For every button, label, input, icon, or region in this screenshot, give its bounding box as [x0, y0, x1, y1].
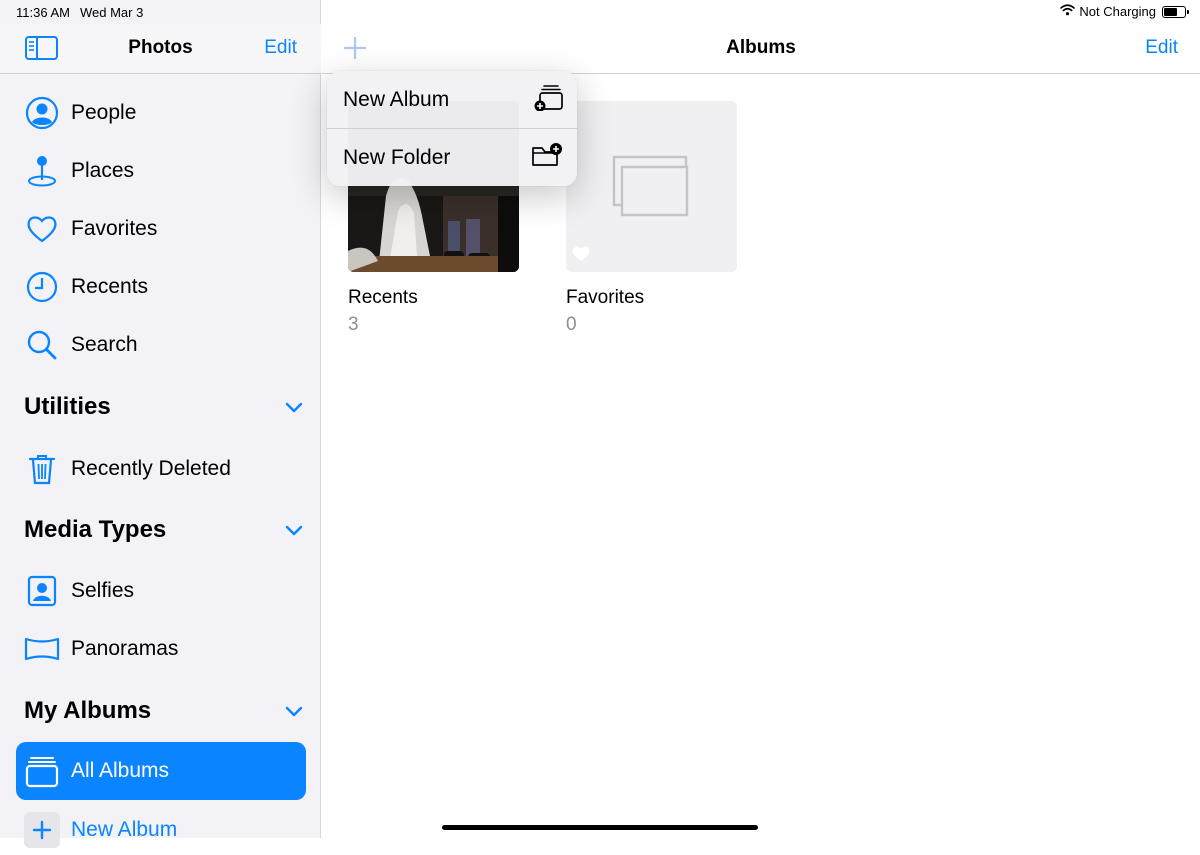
- sidebar-item-all-albums[interactable]: All Albums: [16, 742, 306, 800]
- sidebar-item-label: All Albums: [71, 759, 170, 782]
- album-name: Recents: [348, 287, 418, 308]
- selfie-icon: [24, 573, 60, 609]
- sidebar-edit-button[interactable]: Edit: [264, 37, 297, 59]
- menu-item-label: New Folder: [343, 145, 451, 169]
- menu-item-new-album[interactable]: New Album: [327, 71, 577, 128]
- section-my-albums[interactable]: My Albums: [24, 694, 304, 728]
- empty-album-icon: [572, 155, 689, 261]
- sidebar-item-favorites[interactable]: Favorites: [16, 204, 306, 254]
- battery-icon: [1162, 5, 1189, 18]
- main-header: Albums Edit: [322, 24, 1200, 74]
- sidebar-item-label: Panoramas: [71, 637, 179, 660]
- home-indicator: [442, 825, 758, 830]
- sidebar-item-label: Recently Deleted: [71, 457, 231, 480]
- add-menu-popover: New Album New Folder: [327, 71, 577, 186]
- search-icon: [24, 327, 60, 363]
- menu-item-new-folder[interactable]: New Folder: [327, 129, 577, 186]
- album-count: 3: [348, 314, 359, 335]
- sidebar: Photos Edit People Places Favorites Rece…: [0, 0, 321, 848]
- album-thumbnail-favorites[interactable]: [566, 101, 737, 272]
- menu-item-label: New Album: [343, 87, 450, 111]
- sidebar-item-label: New Album: [71, 818, 178, 841]
- status-time: 11:36 AM: [16, 5, 70, 20]
- chevron-down-icon[interactable]: [284, 523, 304, 537]
- chevron-down-icon[interactable]: [284, 704, 304, 718]
- map-pin-icon: [24, 153, 60, 189]
- wifi-icon: [1060, 4, 1076, 19]
- main-edit-button[interactable]: Edit: [1145, 37, 1178, 59]
- sidebar-item-label: Places: [71, 159, 135, 182]
- section-title: Media Types: [24, 516, 167, 543]
- status-date: Wed Mar 3: [80, 5, 144, 20]
- status-bar: 11:36 AM Wed Mar 3 Not Charging: [0, 0, 1200, 24]
- sidebar-item-places[interactable]: Places: [16, 146, 306, 196]
- trash-icon: [24, 451, 60, 487]
- chevron-down-icon[interactable]: [284, 400, 304, 414]
- sidebar-item-people[interactable]: People: [16, 88, 306, 138]
- sidebar-item-label: Favorites: [71, 217, 158, 240]
- albums-stack-icon: [24, 753, 60, 789]
- clock-icon: [24, 269, 60, 305]
- sidebar-item-label: Selfies: [71, 579, 135, 602]
- sidebar-item-search[interactable]: Search: [16, 320, 306, 370]
- page-title: Albums: [726, 37, 796, 58]
- status-right: Not Charging: [1060, 4, 1189, 19]
- section-title: My Albums: [24, 697, 152, 724]
- sidebar-item-label: Search: [71, 333, 138, 356]
- new-folder-icon: [531, 142, 563, 173]
- sidebar-item-panoramas[interactable]: Panoramas: [16, 624, 306, 674]
- sidebar-item-label: Recents: [71, 275, 149, 298]
- sidebar-item-recently-deleted[interactable]: Recently Deleted: [16, 444, 306, 494]
- section-utilities[interactable]: Utilities: [24, 390, 304, 424]
- person-circle-icon: [24, 95, 60, 131]
- panorama-icon: [24, 631, 60, 667]
- sidebar-item-selfies[interactable]: Selfies: [16, 566, 306, 616]
- charging-status: Not Charging: [1079, 4, 1156, 19]
- plus-icon: [24, 812, 60, 848]
- album-name: Favorites: [566, 287, 645, 308]
- heart-icon: [24, 211, 60, 247]
- section-media-types[interactable]: Media Types: [24, 513, 304, 547]
- sidebar-item-label: People: [71, 101, 137, 124]
- album-count: 0: [566, 314, 577, 335]
- new-album-icon: [533, 83, 563, 116]
- sidebar-item-new-album[interactable]: New Album: [16, 805, 306, 855]
- sidebar-item-recents[interactable]: Recents: [16, 262, 306, 312]
- section-title: Utilities: [24, 393, 111, 420]
- sidebar-header: Photos Edit: [0, 24, 321, 74]
